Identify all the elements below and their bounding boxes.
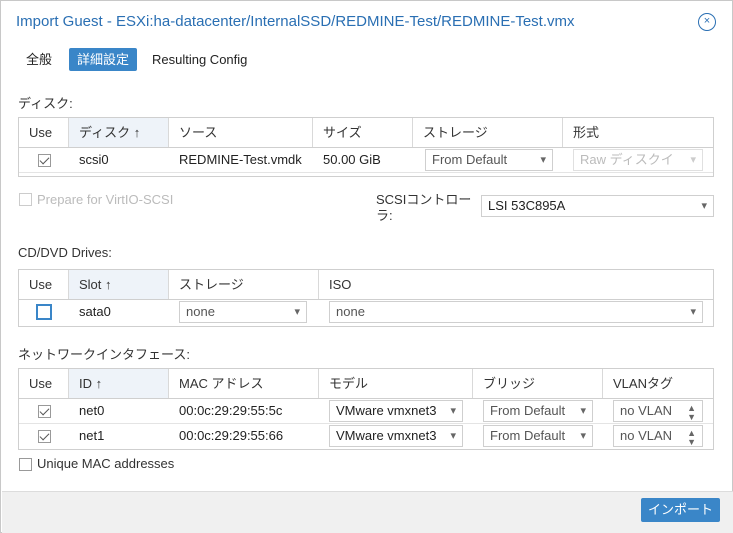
col-storage[interactable]: ストレージ: [169, 270, 319, 299]
disk-storage-value: From Default: [432, 152, 508, 167]
table-row: scsi0 REDMINE-Test.vmdk 50.00 GiB From D…: [19, 148, 713, 173]
chevron-down-icon: ▾: [690, 154, 696, 166]
virtio-checkbox[interactable]: [19, 193, 32, 206]
chevron-down-icon: ▾: [690, 306, 696, 318]
chevron-down-icon: ▾: [580, 430, 586, 442]
cd-section-label: CD/DVD Drives:: [18, 245, 112, 260]
net-vlan-spinner[interactable]: no VLAN ▲ ▼: [613, 400, 703, 422]
table-row: net0 00:0c:29:29:55:5c VMware vmxnet3 ▾ …: [19, 399, 713, 424]
close-icon[interactable]: ×: [698, 13, 716, 31]
unique-mac-checkbox[interactable]: [19, 458, 32, 471]
col-model[interactable]: モデル: [319, 369, 473, 398]
col-mac[interactable]: MAC アドレス: [169, 369, 319, 398]
cd-storage-select[interactable]: none ▾: [179, 301, 307, 323]
disk-storage-select[interactable]: From Default ▾: [425, 149, 553, 171]
col-bridge[interactable]: ブリッジ: [473, 369, 603, 398]
col-storage[interactable]: ストレージ: [413, 118, 563, 147]
net-grid: Use ID ↑ MAC アドレス モデル ブリッジ VLANタグ net0 0…: [18, 368, 714, 450]
chevron-down-icon: ▾: [448, 401, 456, 421]
table-row: sata0 none ▾ none ▾: [19, 300, 713, 325]
net-id: net1: [79, 428, 105, 443]
use-checkbox[interactable]: [38, 154, 51, 167]
col-use[interactable]: Use: [19, 118, 69, 147]
use-checkbox[interactable]: [38, 430, 51, 443]
import-guest-dialog: Import Guest - ESXi:ha-datacenter/Intern…: [0, 0, 733, 533]
scsi-controller-select[interactable]: LSI 53C895A ▾: [481, 195, 714, 217]
virtio-label: Prepare for VirtIO-SCSI: [37, 192, 174, 207]
cd-grid: Use Slot ↑ ストレージ ISO sata0 none ▾ none ▾: [18, 269, 714, 327]
import-button[interactable]: インポート: [641, 498, 720, 522]
chevron-down-icon: ▾: [448, 426, 456, 446]
chevron-down-icon: ▾: [701, 200, 707, 212]
disks-grid: Use ディスク ↑ ソース サイズ ストレージ 形式 scsi0 REDMIN…: [18, 117, 714, 177]
col-disk[interactable]: ディスク ↑: [69, 118, 169, 147]
unique-mac-label: Unique MAC addresses: [37, 456, 175, 471]
scsi-label-line2: ラ:: [376, 208, 393, 223]
net-model-select[interactable]: VMware vmxnet3 ▾: [329, 425, 463, 447]
spinner-arrows-icon[interactable]: ▲ ▼: [687, 404, 696, 422]
col-source[interactable]: ソース: [169, 118, 313, 147]
net-grid-header: Use ID ↑ MAC アドレス モデル ブリッジ VLANタグ: [19, 369, 713, 399]
net-model-select[interactable]: VMware vmxnet3 ▾: [329, 400, 463, 422]
spinner-arrows-icon[interactable]: ▲ ▼: [687, 429, 696, 447]
scsi-controller-label: SCSIコントロー ラ:: [376, 192, 471, 224]
net-bridge-value: From Default: [490, 403, 566, 418]
dialog-footer: インポート: [2, 491, 733, 533]
col-size[interactable]: サイズ: [313, 118, 413, 147]
chevron-down-icon: ▾: [580, 405, 586, 417]
net-section-label: ネットワークインタフェース:: [18, 347, 190, 362]
net-bridge-select[interactable]: From Default ▾: [483, 425, 593, 447]
cd-grid-header: Use Slot ↑ ストレージ ISO: [19, 270, 713, 300]
scsi-label-line1: SCSIコントロー: [376, 192, 472, 207]
tab-resulting-config[interactable]: Resulting Config: [144, 48, 255, 71]
disk-format-value: Raw ディスクイ: [580, 152, 674, 167]
use-checkbox[interactable]: [38, 405, 51, 418]
tab-advanced[interactable]: 詳細設定: [69, 48, 138, 71]
disk-format-select: Raw ディスクイ ▾: [573, 149, 703, 171]
scsi-controller-value: LSI 53C895A: [488, 198, 566, 213]
cd-storage-value: none: [186, 304, 215, 319]
chevron-down-icon: ▾: [540, 154, 546, 166]
net-model-value: VMware vmxnet3: [336, 428, 437, 443]
dialog-titlebar: Import Guest - ESXi:ha-datacenter/Intern…: [1, 1, 732, 41]
col-id[interactable]: ID ↑: [69, 369, 169, 398]
col-vlan[interactable]: VLANタグ: [603, 369, 713, 398]
net-mac: 00:0c:29:29:55:5c: [179, 403, 283, 418]
disk-source: REDMINE-Test.vmdk: [179, 152, 302, 167]
net-bridge-value: From Default: [490, 428, 566, 443]
net-bridge-select[interactable]: From Default ▾: [483, 400, 593, 422]
net-vlan-spinner[interactable]: no VLAN ▲ ▼: [613, 425, 703, 447]
tab-general[interactable]: 全般: [18, 48, 60, 71]
dialog-title: Import Guest - ESXi:ha-datacenter/Intern…: [16, 13, 575, 30]
col-format[interactable]: 形式: [563, 118, 713, 147]
col-iso[interactable]: ISO: [319, 270, 713, 299]
net-vlan-value: no VLAN: [620, 403, 673, 418]
col-slot[interactable]: Slot ↑: [69, 270, 169, 299]
disks-section-label: ディスク:: [18, 96, 73, 111]
col-use[interactable]: Use: [19, 270, 69, 299]
table-row: net1 00:0c:29:29:55:66 VMware vmxnet3 ▾ …: [19, 424, 713, 449]
col-use[interactable]: Use: [19, 369, 69, 398]
net-mac: 00:0c:29:29:55:66: [179, 428, 284, 443]
slot-name: sata0: [79, 304, 111, 319]
cd-iso-value: none: [336, 304, 365, 319]
disk-name: scsi0: [79, 152, 109, 167]
net-vlan-value: no VLAN: [620, 428, 673, 443]
net-model-value: VMware vmxnet3: [336, 403, 437, 418]
disk-size: 50.00 GiB: [323, 152, 381, 167]
chevron-down-icon: ▾: [294, 306, 300, 318]
use-checkbox[interactable]: [37, 305, 51, 319]
net-id: net0: [79, 403, 105, 418]
cd-iso-select[interactable]: none ▾: [329, 301, 703, 323]
disks-grid-header: Use ディスク ↑ ソース サイズ ストレージ 形式: [19, 118, 713, 148]
